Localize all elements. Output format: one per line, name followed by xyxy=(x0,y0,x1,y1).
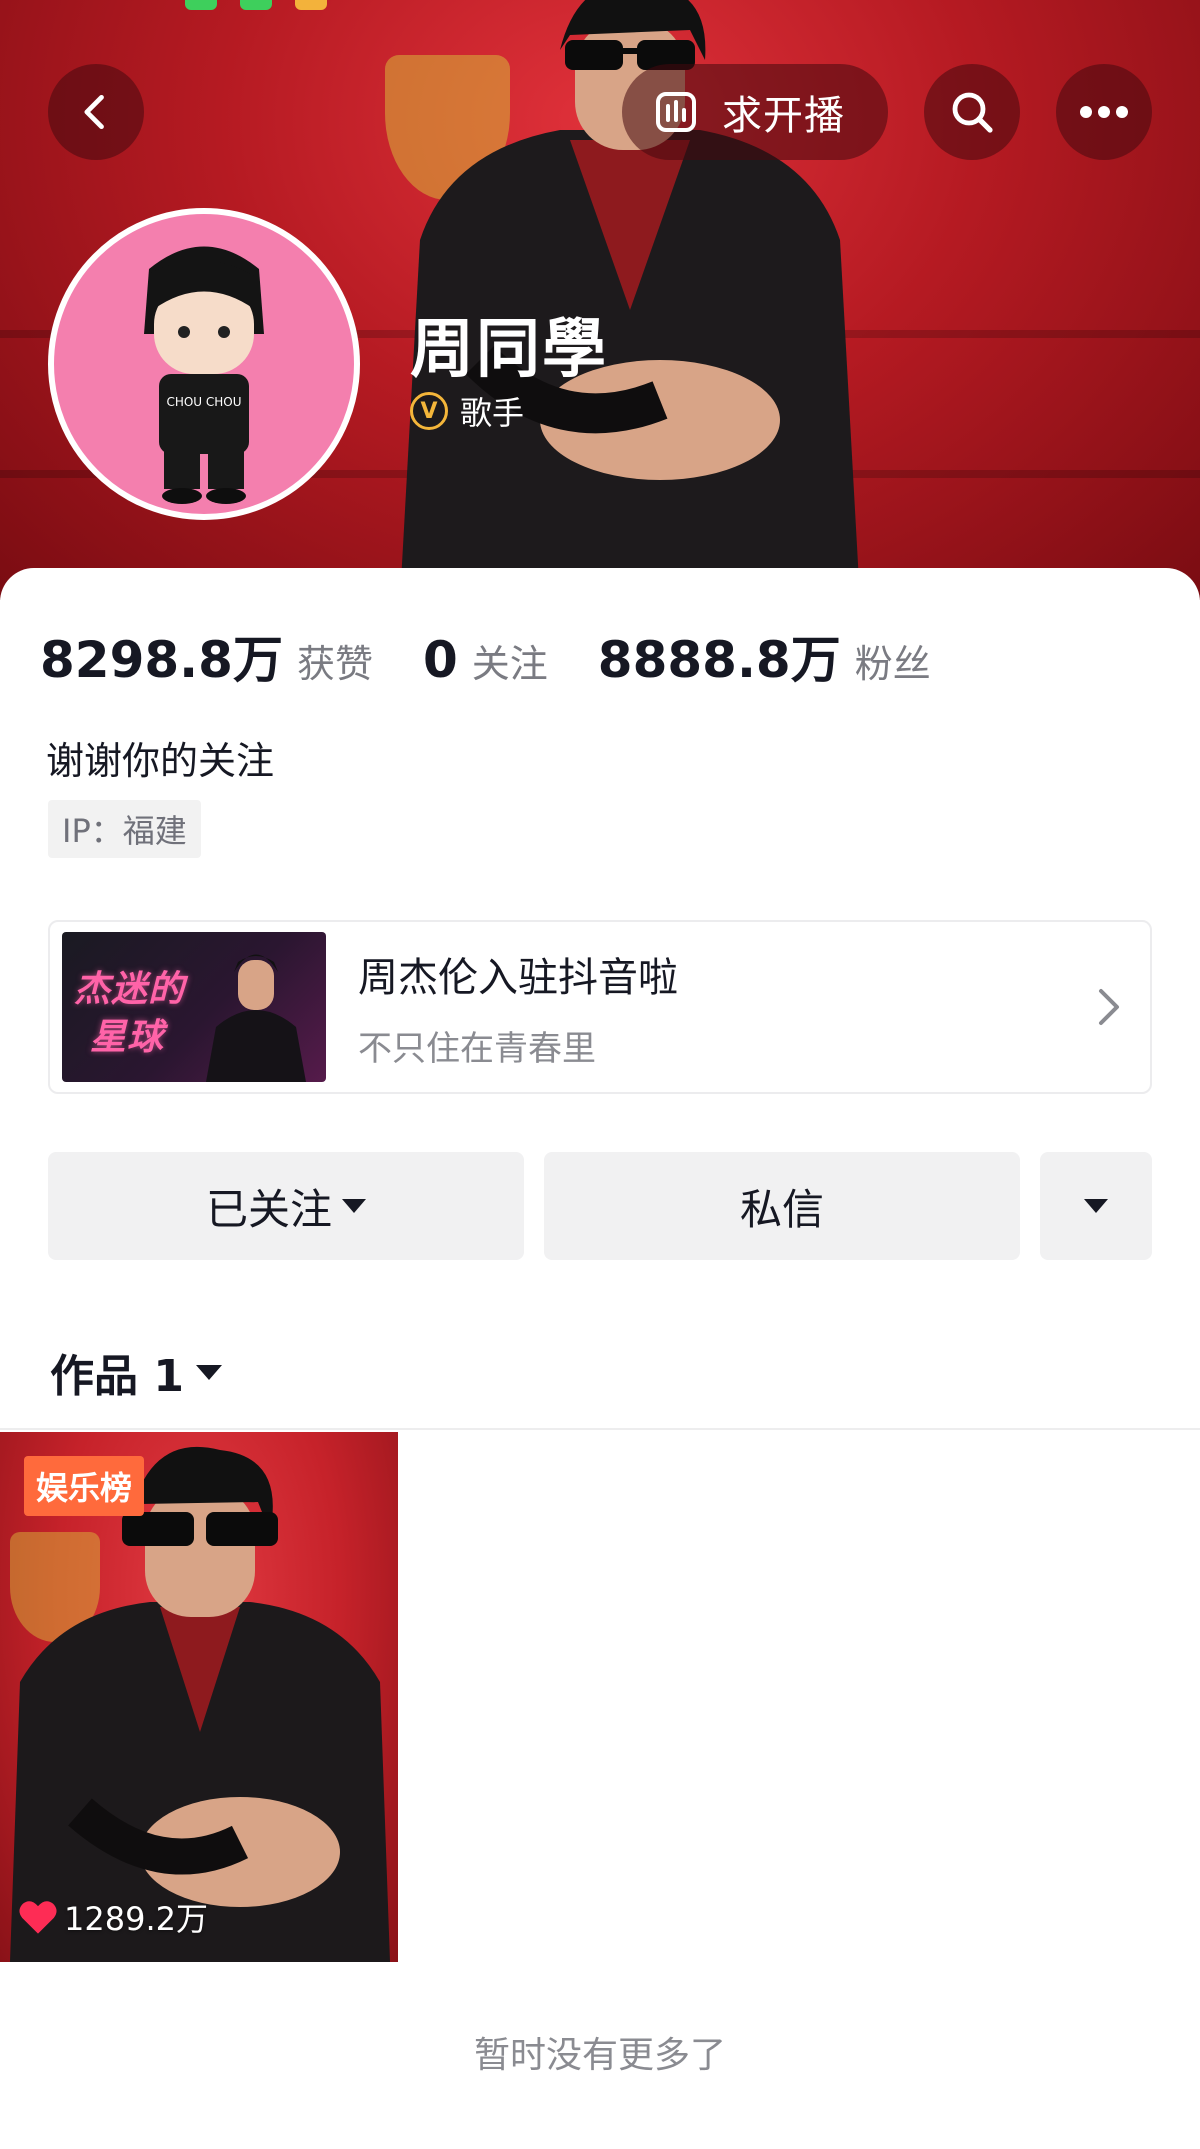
avatar-figure-illustration: CHOU CHOU xyxy=(144,246,264,504)
status-indicator xyxy=(185,0,217,10)
more-button[interactable] xyxy=(1056,64,1152,160)
stat-followers[interactable]: 8888.8万 粉丝 xyxy=(598,620,931,692)
works-tab-label: 作品 1 xyxy=(50,1351,184,1402)
follow-status-button[interactable]: 已关注 xyxy=(48,1152,524,1260)
caret-down-icon xyxy=(195,1364,222,1380)
verified-role-text: 歌手 xyxy=(460,394,525,432)
follow-button-label: 已关注 xyxy=(205,1184,332,1234)
status-bar xyxy=(0,0,1200,14)
heart-icon xyxy=(19,1901,57,1934)
message-button-label: 私信 xyxy=(739,1184,824,1234)
ip-location-tag: IP：福建 xyxy=(48,800,201,858)
svg-text:CHOU CHOU: CHOU CHOU xyxy=(166,395,241,409)
profile-header-banner: 求开播 CHOU CHOU 周同學 V 歌手 xyxy=(0,0,1200,600)
promo-thumbnail: 杰迷的 星球 xyxy=(62,932,326,1082)
stat-value: 8298.8万 xyxy=(40,631,283,689)
request-live-label: 求开播 xyxy=(722,93,845,139)
stat-value: 8888.8万 xyxy=(597,631,841,689)
stat-value: 0 xyxy=(422,631,458,689)
status-indicator xyxy=(240,0,272,10)
stat-following[interactable]: 0 关注 xyxy=(423,631,548,689)
like-count-text: 1289.2万 xyxy=(64,1900,208,1938)
promo-card[interactable]: 杰迷的 星球 周杰伦入驻抖音啦 不只住在青春里 xyxy=(48,920,1152,1094)
caret-down-icon xyxy=(1084,1199,1108,1213)
stat-label: 获赞 xyxy=(296,642,373,686)
promo-subtitle: 不只住在青春里 xyxy=(358,1028,596,1069)
chevron-right-icon xyxy=(1099,989,1119,1025)
chevron-left-icon xyxy=(84,94,104,130)
promo-text-block: 周杰伦入驻抖音啦 不只住在青春里 xyxy=(358,945,1094,1070)
tab-works[interactable]: 作品 1 xyxy=(50,1340,222,1404)
more-actions-dropdown-button[interactable] xyxy=(1040,1152,1152,1260)
search-button[interactable] xyxy=(924,64,1020,160)
verified-label: V 歌手 xyxy=(410,388,524,434)
message-button[interactable]: 私信 xyxy=(544,1152,1020,1260)
video-like-count: 1289.2万 xyxy=(18,1894,208,1940)
profile-bio: 谢谢你的关注 xyxy=(46,739,275,783)
status-indicator xyxy=(295,0,327,10)
bar-chart-icon xyxy=(656,92,696,132)
promo-title: 周杰伦入驻抖音啦 xyxy=(358,954,678,1001)
stat-label: 关注 xyxy=(471,642,548,686)
avatar[interactable]: CHOU CHOU xyxy=(48,208,360,520)
caret-down-icon xyxy=(342,1199,366,1213)
ranking-badge: 娱乐榜 xyxy=(24,1456,145,1516)
video-thumbnail[interactable]: 娱乐榜 1289.2万 xyxy=(0,1432,398,1962)
verified-badge-icon: V xyxy=(410,392,448,430)
search-icon xyxy=(952,92,993,133)
signal-battery-icons xyxy=(825,0,1125,6)
no-more-content-note: 暂时没有更多了 xyxy=(473,2035,726,2076)
profile-name: 周同學 xyxy=(410,313,608,387)
promo-thumb-title: 杰迷的 xyxy=(74,969,186,1010)
promo-thumb-subtitle: 星球 xyxy=(90,1017,165,1058)
tab-divider xyxy=(0,1428,1200,1430)
back-button[interactable] xyxy=(48,64,144,160)
more-horizontal-icon xyxy=(1080,106,1128,118)
stat-likes: 8298.8万 获赞 xyxy=(40,620,373,692)
request-live-button[interactable]: 求开播 xyxy=(622,64,888,160)
profile-content-card: 8298.8万 获赞 0 关注 8888.8万 粉丝 谢谢你的关注 IP：福建 … xyxy=(0,568,1200,2149)
promo-person-illustration xyxy=(206,954,306,1082)
stat-label: 粉丝 xyxy=(854,642,931,686)
stats-row: 8298.8万 获赞 0 关注 8888.8万 粉丝 xyxy=(40,620,981,692)
